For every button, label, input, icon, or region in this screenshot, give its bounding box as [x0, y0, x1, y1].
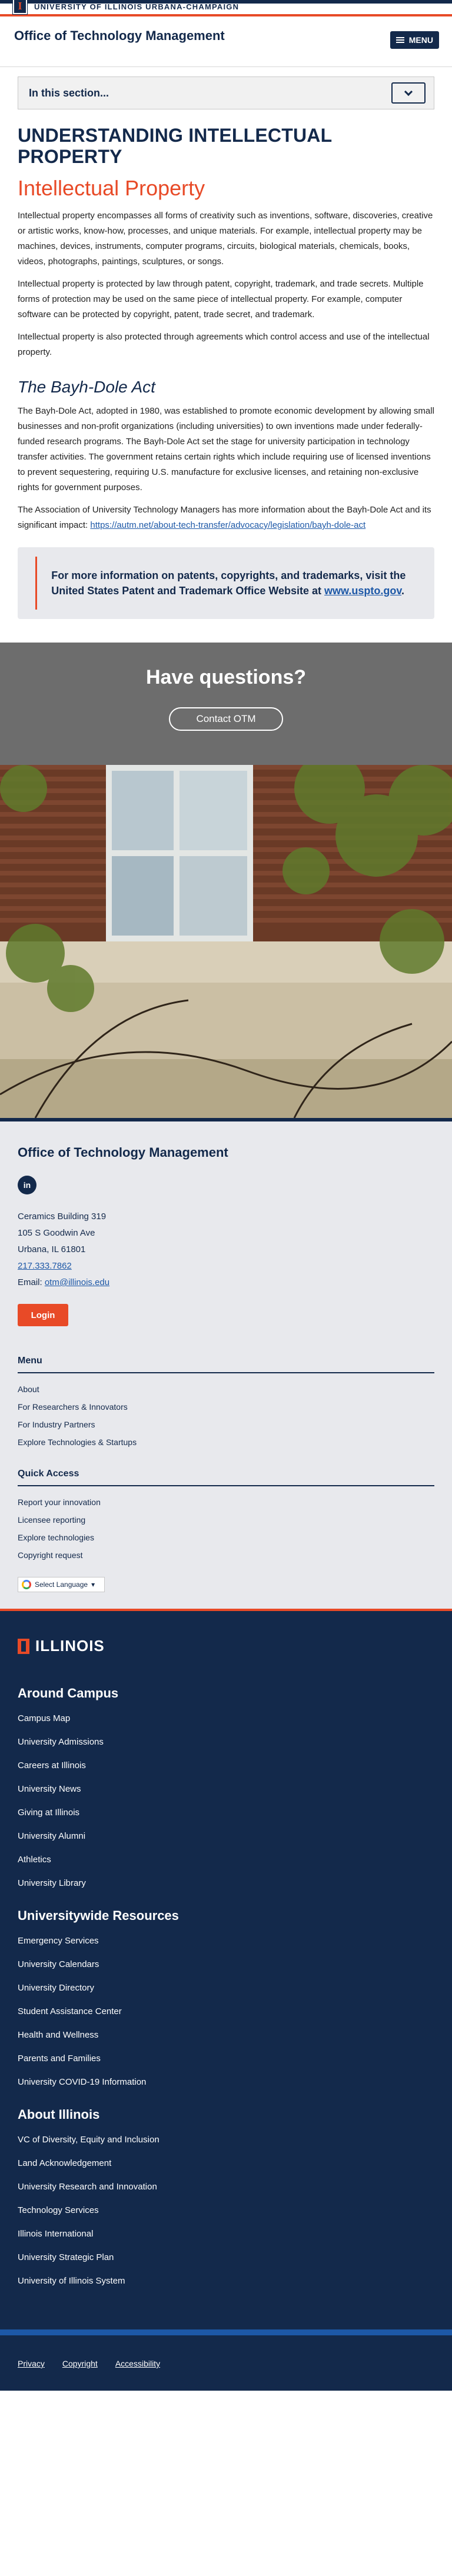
footer-menu-title: Menu: [18, 1356, 434, 1373]
illinois-wordmark: ILLINOIS: [35, 1637, 105, 1655]
universitywide-link[interactable]: Emergency Services: [18, 1929, 434, 1953]
email-link[interactable]: otm@illinois.edu: [45, 1277, 109, 1287]
autm-paragraph: The Association of University Technology…: [18, 502, 434, 533]
page-title: UNDERSTANDING INTELLECTUAL PROPERTY: [18, 125, 332, 167]
around-campus-link[interactable]: University Alumni: [18, 1825, 434, 1848]
menu-button-label: MENU: [408, 35, 433, 45]
around-campus-link[interactable]: University Library: [18, 1872, 434, 1895]
phone-link[interactable]: 217.333.7862: [18, 1261, 72, 1271]
contact-footer: Office of Technology Management in Ceram…: [0, 1118, 452, 1609]
uspto-callout: For more information on patents, copyrig…: [18, 547, 434, 619]
main-content: UNDERSTANDING INTELLECTUAL PROPERTY Inte…: [0, 125, 452, 619]
uspto-link[interactable]: www.uspto.gov: [324, 585, 401, 597]
about-illinois-link[interactable]: University Research and Innovation: [18, 2175, 434, 2199]
quick-access-item[interactable]: Copyright request: [18, 1546, 434, 1564]
paragraph: Intellectual property is protected by la…: [18, 279, 424, 319]
questions-overlay: [0, 643, 452, 765]
illinois-logo[interactable]: ILLINOIS: [18, 1637, 434, 1655]
email-label: Email:: [18, 1277, 45, 1287]
paragraph: Intellectual property is also protected …: [18, 332, 430, 357]
around-campus-link[interactable]: Athletics: [18, 1848, 434, 1872]
language-select-label: Select Language: [35, 1580, 88, 1589]
address-line: 105 S Goodwin Ave: [18, 1228, 95, 1238]
about-illinois-link[interactable]: Illinois International: [18, 2222, 434, 2246]
illinois-block-i-logo[interactable]: I: [13, 0, 27, 14]
menu-button[interactable]: MENU: [390, 31, 439, 49]
address-line: Urbana, IL 61801: [18, 1244, 86, 1254]
footer-menu-item[interactable]: For Industry Partners: [18, 1416, 434, 1433]
bayh-dole-paragraph: The Bayh-Dole Act, adopted in 1980, was …: [18, 406, 434, 492]
about-illinois-link[interactable]: VC of Diversity, Equity and Inclusion: [18, 2128, 434, 2152]
contact-otm-button[interactable]: Contact OTM: [169, 707, 283, 731]
paragraph: Intellectual property encompasses all fo…: [18, 211, 433, 267]
contact-title: Office of Technology Management: [18, 1145, 228, 1160]
around-campus-link[interactable]: Careers at Illinois: [18, 1754, 434, 1778]
dropdown-arrow-icon: ▾: [91, 1580, 95, 1589]
block-i-icon: [18, 1638, 29, 1654]
hamburger-icon: [396, 36, 404, 43]
about-illinois-title: About Illinois: [18, 2107, 100, 2122]
universitywide-link[interactable]: Student Assistance Center: [18, 2000, 434, 2023]
section-nav-label: In this section...: [29, 86, 109, 99]
around-campus-link[interactable]: Campus Map: [18, 1707, 434, 1730]
callout-accent-bar: [35, 557, 38, 610]
callout-text: For more information on patents, copyrig…: [51, 568, 434, 598]
contact-address: Ceramics Building 319 105 S Goodwin Ave …: [18, 1209, 434, 1291]
quick-access-item[interactable]: Report your innovation: [18, 1493, 434, 1511]
universitywide-link[interactable]: University COVID-19 Information: [18, 2071, 434, 2094]
footer-divider: [0, 1609, 452, 1613]
about-illinois-link[interactable]: University of Illinois System: [18, 2269, 434, 2293]
around-campus-title: Around Campus: [18, 1686, 119, 1700]
around-campus-link[interactable]: Giving at Illinois: [18, 1801, 434, 1825]
page-subtitle: Intellectual Property: [18, 176, 205, 200]
site-header: Office of Technology Management MENU: [0, 16, 452, 67]
footer-menu-list: About For Researchers & Innovators For I…: [18, 1380, 434, 1451]
universitywide-title: Universitywide Resources: [18, 1908, 179, 1923]
quick-access-item[interactable]: Explore technologies: [18, 1529, 434, 1546]
privacy-link[interactable]: Privacy: [18, 2359, 45, 2368]
block-i-letter: I: [18, 0, 22, 12]
around-campus-link[interactable]: University News: [18, 1778, 434, 1801]
questions-banner: Have questions? Contact OTM: [0, 643, 452, 1118]
around-campus-link[interactable]: University Admissions: [18, 1730, 434, 1754]
campus-bar: I UNIVERSITY OF ILLINOIS URBANA-CHAMPAIG…: [0, 0, 452, 16]
google-translate-icon: [22, 1580, 31, 1589]
linkedin-icon[interactable]: in: [18, 1176, 36, 1194]
footer-menu-item[interactable]: For Researchers & Innovators: [18, 1398, 434, 1416]
address-line: Ceramics Building 319: [18, 1212, 107, 1222]
copyright-link[interactable]: Copyright: [62, 2359, 98, 2368]
section-nav[interactable]: In this section...: [18, 76, 434, 109]
bayh-dole-heading: The Bayh-Dole Act: [18, 378, 155, 396]
questions-title: Have questions?: [145, 666, 307, 688]
language-select[interactable]: Select Language ▾: [18, 1577, 105, 1592]
callout-period: .: [401, 585, 405, 597]
quick-access-item[interactable]: Licensee reporting: [18, 1511, 434, 1529]
site-title[interactable]: Office of Technology Management: [14, 28, 225, 44]
universitywide-link[interactable]: Health and Wellness: [18, 2023, 434, 2047]
universitywide-link[interactable]: University Calendars: [18, 1953, 434, 1976]
autm-link[interactable]: https://autm.net/about-tech-transfer/adv…: [90, 520, 365, 530]
universitywide-link[interactable]: University Directory: [18, 1976, 434, 2000]
login-button[interactable]: Login: [18, 1304, 68, 1326]
universitywide-link[interactable]: Parents and Families: [18, 2047, 434, 2071]
chevron-down-icon: [404, 87, 413, 96]
campus-name-link[interactable]: UNIVERSITY OF ILLINOIS URBANA-CHAMPAIGN: [34, 2, 239, 11]
about-illinois-link[interactable]: Land Acknowledgement: [18, 2152, 434, 2175]
legal-bar: Privacy Copyright Accessibility: [0, 2329, 452, 2391]
campus-footer: ILLINOIS Around Campus Campus Map Univer…: [0, 1613, 452, 2329]
footer-menu-item[interactable]: Explore Technologies & Startups: [18, 1433, 434, 1451]
section-nav-toggle[interactable]: [391, 82, 426, 104]
building-photo: [0, 765, 452, 1118]
footer-menu-item[interactable]: About: [18, 1380, 434, 1398]
about-illinois-link[interactable]: Technology Services: [18, 2199, 434, 2222]
quick-access-title: Quick Access: [18, 1469, 434, 1486]
quick-access-list: Report your innovation Licensee reportin…: [18, 1493, 434, 1564]
accessibility-link[interactable]: Accessibility: [115, 2359, 160, 2368]
about-illinois-link[interactable]: University Strategic Plan: [18, 2246, 434, 2269]
